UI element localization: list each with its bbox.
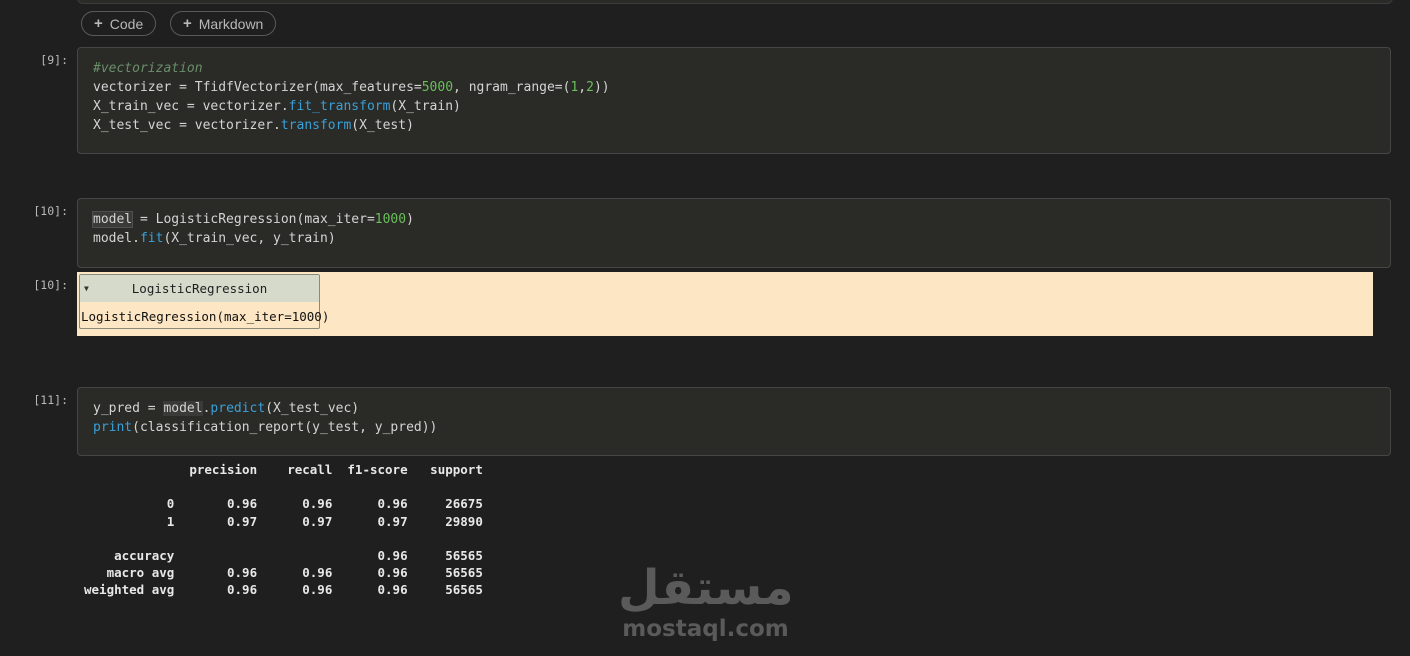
code-token: = LogisticRegression(max_iter=: [132, 212, 375, 227]
cell-prompt-9: [9]:: [40, 53, 68, 67]
plus-icon: +: [94, 15, 103, 32]
estimator-output: ▼ LogisticRegression LogisticRegression(…: [77, 272, 1373, 336]
code-token: X_test_vec = vectorizer.: [93, 118, 281, 133]
estimator-repr: LogisticRegression(max_iter=1000): [81, 309, 330, 324]
report-line: weighted avg 0.96 0.96 0.96 56565: [84, 582, 483, 598]
add-code-cell-button[interactable]: + Code: [81, 11, 157, 36]
code-token: model.: [93, 231, 140, 246]
watermark-logo: مستقل: [618, 560, 794, 616]
report-line: 1 0.97 0.97 0.97 29890: [84, 513, 483, 529]
add-markdown-cell-button[interactable]: + Markdown: [170, 11, 277, 36]
code-token: X_train_vec = vectorizer.: [93, 99, 289, 114]
code-cell-predict[interactable]: y_pred = model.predict(X_test_vec) print(…: [77, 387, 1391, 456]
report-line: 0 0.96 0.96 0.96 26675: [84, 496, 483, 512]
code-token: transform: [280, 118, 352, 133]
code-token: (X_test): [351, 118, 414, 133]
code-token: )): [593, 80, 610, 95]
code-line: vectorizer = TfidfVectorizer(max_feature…: [93, 78, 610, 97]
collapse-triangle-icon[interactable]: ▼: [84, 284, 89, 293]
code-token: fit_transform: [288, 99, 391, 114]
cell-prompt-10: [10]:: [33, 204, 68, 218]
code-line: X_test_vec = vectorizer.transform(X_test…: [93, 116, 610, 135]
estimator-box[interactable]: ▼ LogisticRegression LogisticRegression(…: [79, 274, 330, 329]
code-editor[interactable]: y_pred = model.predict(X_test_vec) print(…: [93, 399, 437, 437]
report-line: macro avg 0.96 0.96 0.96 56565: [84, 565, 483, 581]
add-code-label: Code: [109, 15, 144, 32]
code-editor[interactable]: model = LogisticRegression(max_iter=1000…: [91, 210, 414, 248]
code-token: (X_test_vec): [265, 401, 360, 416]
code-token: y_pred =: [93, 401, 164, 416]
code-token: predict: [210, 401, 266, 416]
cell-prompt-11: [11]:: [33, 393, 68, 407]
code-token: #vectorization: [93, 61, 203, 76]
code-token: (X_train): [390, 99, 461, 114]
plus-icon: +: [183, 15, 192, 32]
code-token: fit: [139, 231, 164, 246]
code-token: , ngram_range=(: [453, 80, 571, 95]
report-line: [84, 530, 483, 547]
watermark: مستقل mostaql.com: [618, 560, 794, 645]
code-cell-model[interactable]: model = LogisticRegression(max_iter=1000…: [77, 198, 1391, 268]
report-line: [84, 478, 483, 495]
code-token: ): [406, 212, 414, 227]
estimator-header[interactable]: ▼ LogisticRegression: [80, 275, 319, 302]
report-line: accuracy 0.96 56565: [84, 547, 483, 563]
code-token: model: [91, 211, 134, 228]
code-token: (classification_report(y_test, y_pred)): [132, 420, 438, 435]
output-prompt-10: [10]:: [33, 278, 68, 292]
code-token: 2: [586, 80, 594, 95]
code-editor[interactable]: #vectorization vectorizer = TfidfVectoriz…: [93, 59, 610, 135]
code-token: 5000: [421, 80, 454, 95]
code-line: #vectorization: [93, 59, 610, 78]
code-line: X_train_vec = vectorizer.fit_transform(X…: [93, 97, 610, 116]
code-line: y_pred = model.predict(X_test_vec): [93, 399, 437, 418]
code-token: vectorizer = TfidfVectorizer(max_feature…: [93, 80, 422, 95]
code-line: model = LogisticRegression(max_iter=1000…: [91, 210, 414, 229]
code-line: model.fit(X_train_vec, y_train): [93, 229, 414, 248]
code-token: print: [93, 420, 133, 435]
add-markdown-label: Markdown: [198, 15, 264, 32]
report-line: precision recall f1-score support: [84, 462, 483, 477]
code-token: 1000: [374, 212, 407, 227]
classification-report-output: precision recall f1-score support 0 0.96…: [84, 461, 483, 599]
code-token: ,: [578, 80, 587, 95]
previous-cell-edge: [77, 0, 1393, 4]
estimator-name: LogisticRegression: [131, 281, 268, 296]
code-token: (X_train_vec, y_train): [163, 231, 336, 246]
watermark-text: mostaql.com: [622, 616, 789, 642]
code-line: print(classification_report(y_test, y_pr…: [93, 418, 437, 437]
code-cell-vectorize[interactable]: #vectorization vectorizer = TfidfVectoriz…: [77, 47, 1391, 154]
code-token: model: [163, 401, 203, 416]
